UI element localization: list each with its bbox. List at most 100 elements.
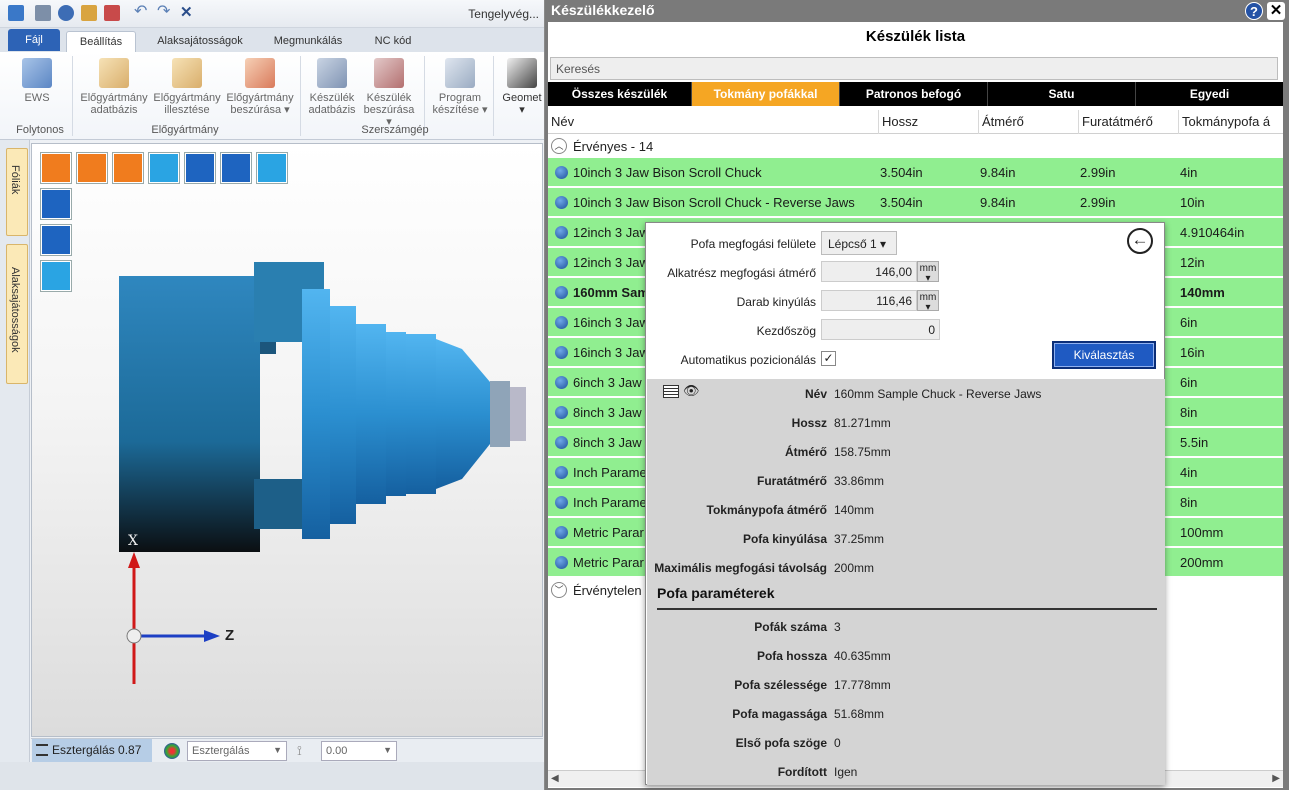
tab-megmunkalas[interactable]: Megmunkálás <box>262 31 354 52</box>
column-length[interactable]: Hossz <box>878 110 978 134</box>
back-arrow-icon[interactable]: ← <box>1127 228 1153 254</box>
cell-jaw: 10in <box>1180 195 1205 210</box>
side-panel: Fóliák Alaksajátosságok <box>0 140 30 790</box>
table-row[interactable]: 10inch 3 Jaw Bison Scroll Chuck - Revers… <box>548 188 1283 217</box>
globe-icon <box>555 256 568 269</box>
blank-insert-label: Előgyártmány <box>226 92 294 104</box>
program-create-button[interactable]: Program készítése ▾ <box>430 56 490 116</box>
cancel-icon[interactable]: ✕ <box>180 5 196 21</box>
cam-application-window: ↶ ↷ ✕ Tengelyvég... Beállítás Alaksajáto… <box>0 0 545 790</box>
cell-jaw: 4in <box>1180 465 1198 480</box>
redo-icon[interactable]: ↷ <box>157 4 173 21</box>
side-tab-alaksajatossagok[interactable]: Alaksajátosságok <box>6 244 28 384</box>
tab-all-devices[interactable]: Összes készülék <box>548 82 692 106</box>
ews-icon <box>22 58 52 88</box>
save-icon[interactable] <box>35 5 51 21</box>
tab-alaksajatossagok[interactable]: Alaksajátosságok <box>144 31 256 52</box>
select-button[interactable]: Kiválasztás <box>1052 341 1156 369</box>
ribbon-tabs: Beállítás Alaksajátosságok Megmunkálás N… <box>0 28 544 52</box>
cell-jaw: 12in <box>1180 255 1205 270</box>
blank-db-label-2: adatbázis <box>90 104 138 116</box>
detail-value: 81.271mm <box>834 416 891 430</box>
unit-label: mm <box>919 292 937 303</box>
ews-label: EWS <box>24 92 50 104</box>
table-header: Név Hossz Átmérő Furatátmérő Tokmánypofa… <box>548 110 1283 134</box>
detail-value: 33.86mm <box>834 474 885 488</box>
column-name[interactable]: Név <box>548 110 878 134</box>
cell-jaw: 4in <box>1180 165 1198 180</box>
device-database-button[interactable]: Készülék adatbázis <box>304 56 360 116</box>
side-tab-foliak[interactable]: Fóliák <box>6 148 28 236</box>
detail-label: Maximális megfogási távolság <box>654 561 827 575</box>
start-angle-input[interactable]: 0 <box>821 319 940 340</box>
operation-select[interactable]: Esztergálás ▼ <box>187 741 287 761</box>
file-tab[interactable]: Fájl <box>8 29 60 51</box>
detail-label: Tokmánypofa átmérő <box>706 503 827 517</box>
tab-nc-kod[interactable]: NC kód <box>362 31 424 52</box>
auto-position-checkbox[interactable]: ✓ <box>821 351 836 366</box>
part-diameter-unit[interactable]: mm ▾ <box>917 261 939 284</box>
status-bar: Esztergálás 0.87 Esztergálás ▼ ⟟ 0.00 ▼ <box>31 738 543 762</box>
ews-button[interactable]: EWS <box>12 56 62 104</box>
group-valid-label: Érvényes - 14 <box>573 139 654 154</box>
blank-insert-icon <box>245 58 275 88</box>
globe-icon <box>555 376 568 389</box>
tab-collet[interactable]: Patronos befogó <box>840 82 988 106</box>
dev-db-label: Készülék <box>309 92 355 104</box>
blank-insert-button[interactable]: Előgyártmány beszúrása ▾ <box>224 56 296 116</box>
search-input[interactable]: Keresés <box>550 57 1278 80</box>
part-diameter-input[interactable]: 146,00 <box>821 261 917 282</box>
tab-custom[interactable]: Egyedi <box>1136 82 1283 106</box>
cell-jaw: 6in <box>1180 375 1198 390</box>
blank-fit-icon <box>172 58 202 88</box>
column-bore[interactable]: Furatátmérő <box>1078 110 1178 134</box>
scroll-left-icon[interactable]: ◀ <box>551 773 559 784</box>
cell-name: 10inch 3 Jaw Bison Scroll Chuck <box>573 165 762 180</box>
tab-chuck-with-jaws[interactable]: Tokmány pofákkal <box>692 82 840 106</box>
tab-beallitas[interactable]: Beállítás <box>66 31 136 52</box>
scroll-right-icon[interactable]: ▶ <box>1272 773 1280 784</box>
undo-icon[interactable]: ↶ <box>134 4 150 21</box>
clamp-icon <box>317 58 347 88</box>
close-button[interactable]: ✕ <box>1267 2 1285 20</box>
3d-viewport[interactable]: X Z <box>31 143 543 737</box>
chevron-up-icon: ︿ <box>551 138 567 154</box>
surface-label: Pofa megfogási felülete <box>690 237 816 251</box>
device-insert-button[interactable]: Készülék beszúrása ▾ <box>360 56 418 128</box>
detail-label: Név <box>804 387 827 401</box>
group-valid[interactable]: ︿ Érvényes - 14 <box>548 136 1283 158</box>
blank-fit-button[interactable]: Előgyártmány illesztése <box>151 56 223 116</box>
mode-indicator[interactable]: Esztergálás 0.87 <box>32 739 152 762</box>
jaw-detail-label: Pofák száma <box>754 620 827 634</box>
geometry-button[interactable]: Geomet ▾ <box>498 56 544 116</box>
app-logo-icon[interactable] <box>8 5 24 21</box>
table-row[interactable]: 10inch 3 Jaw Bison Scroll Chuck 3.504in 9.… <box>548 158 1283 187</box>
jaw-detail-label: Pofa szélessége <box>734 678 827 692</box>
column-jaw-diameter[interactable]: Tokmánypofa á <box>1178 110 1283 134</box>
tab-vise[interactable]: Satu <box>988 82 1136 106</box>
protrusion-input[interactable]: 116,46 <box>821 290 917 311</box>
side-tab-alak-label: Alaksajátosságok <box>9 267 21 353</box>
value-select[interactable]: 0.00 ▼ <box>321 741 397 761</box>
jaw-detail-value: 40.635mm <box>834 649 891 663</box>
cell-jaw: 100mm <box>1180 525 1224 540</box>
protrusion-unit[interactable]: mm ▾ <box>917 290 939 313</box>
surface-select[interactable]: Lépcső 1 ▾ <box>821 231 897 255</box>
cell-len: 3.504in <box>880 165 923 180</box>
globe-icon <box>555 316 568 329</box>
jaw-detail-value: Igen <box>834 765 858 779</box>
info-icon[interactable] <box>58 5 74 21</box>
detail-value: 140mm <box>834 503 875 517</box>
detail-label: Furatátmérő <box>756 474 827 488</box>
cell-jaw: 5.5in <box>1180 435 1209 450</box>
start-angle-label: Kezdőszög <box>756 324 816 338</box>
protrusion-label: Darab kinyúlás <box>736 295 816 309</box>
blank-db-label: Előgyártmány <box>80 92 148 104</box>
help-button[interactable]: ? <box>1245 2 1263 20</box>
brush-icon[interactable] <box>104 5 120 21</box>
column-diameter[interactable]: Átmérő <box>978 110 1078 134</box>
ribbon: EWS Előgyártmány adatbázis Előgyártmány … <box>0 52 544 140</box>
blank-database-button[interactable]: Előgyártmány adatbázis <box>78 56 150 116</box>
dialog-title: Készülékkezelő <box>551 2 655 18</box>
magic-wand-icon[interactable] <box>81 5 97 21</box>
